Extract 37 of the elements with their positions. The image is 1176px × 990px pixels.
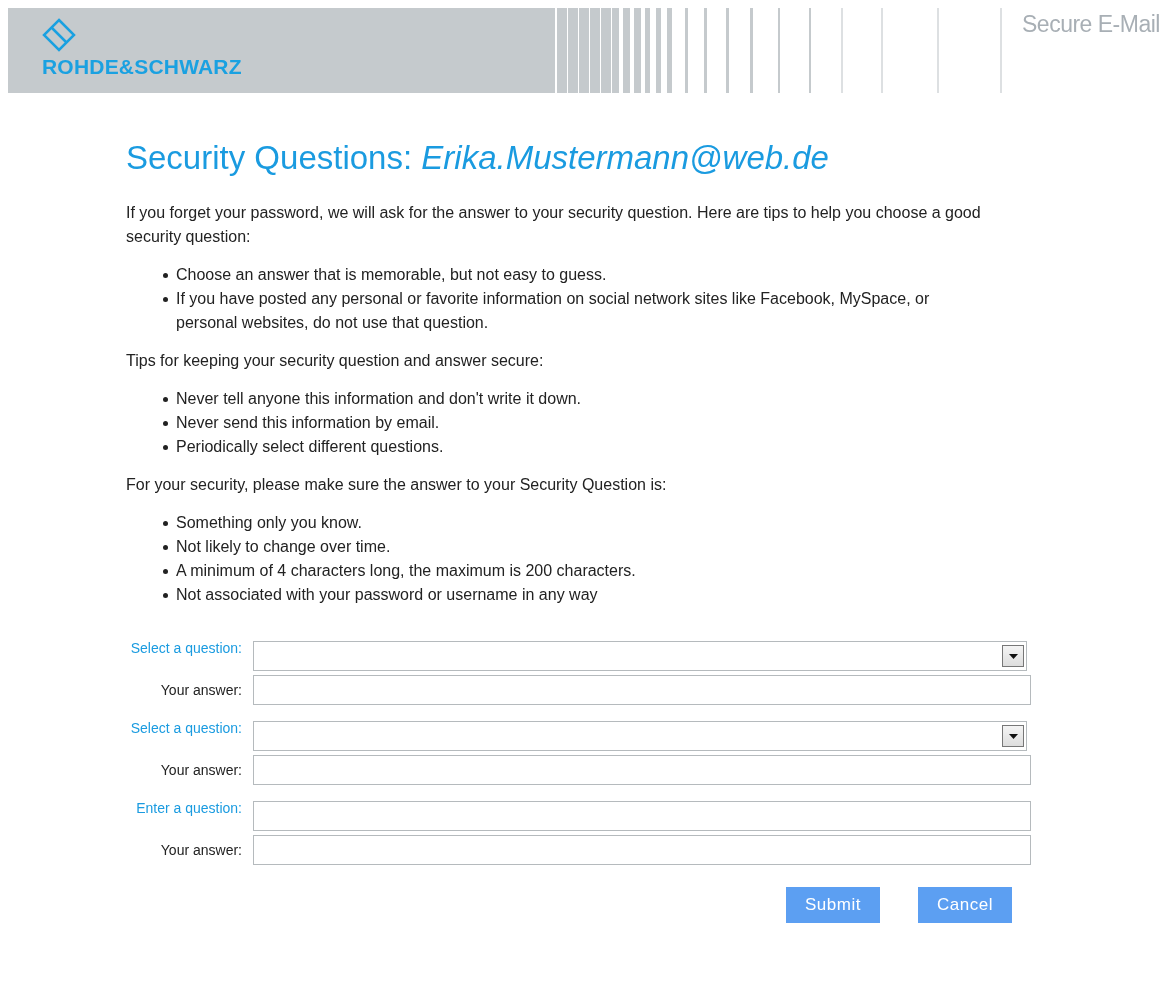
intro-text: For your security, please make sure the answer to your Security Question is:: [126, 475, 668, 495]
submit-button[interactable]: Submit: [786, 887, 880, 923]
cancel-button[interactable]: Cancel: [918, 887, 1012, 923]
bullet-icon: [163, 569, 168, 574]
tip-text: Never send this information by email.: [176, 413, 440, 433]
intro-text: Tips for keeping your security question and answer secure:: [126, 351, 545, 371]
tip-text: Periodically select different questions.: [176, 437, 444, 457]
tip-text: Something only you know.: [176, 513, 362, 533]
field-label: Your answer:: [159, 841, 243, 859]
tip-text: A minimum of 4 characters long, the maximum is 200 characters.: [176, 561, 636, 581]
field-label: Your answer:: [159, 681, 243, 699]
bullet-icon: [163, 397, 168, 402]
page-title: Security Questions: Erika.Mustermann@web.de: [126, 139, 830, 177]
intro-text: If you forget your password, we will ask for the answer to your security question. Here are tips to help you choose a good security question:: [126, 203, 982, 247]
input-field[interactable]: [253, 835, 1031, 865]
brand-logo: ROHDE&SCHWARZ: [42, 56, 243, 77]
field-label: Enter a question:: [135, 799, 243, 817]
field-label: Select a question:: [129, 719, 243, 737]
tip-text: Never tell anyone this information and don't write it down.: [176, 389, 582, 409]
bullet-icon: [163, 273, 168, 278]
input-field[interactable]: [253, 675, 1031, 705]
bullet-icon: [163, 593, 168, 598]
product-name: Secure E-Mail: [1021, 10, 1160, 39]
bullet-icon: [163, 297, 168, 302]
bullet-icon: [163, 445, 168, 450]
bullet-icon: [163, 521, 168, 526]
tip-text: If you have posted any personal or favorite information on social network sites like Facebook, MySpace, or personal websites, do not use that question.: [176, 289, 931, 333]
tip-text: Not associated with your password or username in any way: [176, 585, 598, 605]
diamond-logo-icon: [42, 18, 76, 52]
bullet-icon: [163, 421, 168, 426]
field-label: Your answer:: [159, 761, 243, 779]
bullet-icon: [163, 545, 168, 550]
input-field[interactable]: [253, 801, 1031, 831]
tip-text: Choose an answer that is memorable, but not easy to guess.: [176, 265, 607, 285]
input-field[interactable]: [253, 755, 1031, 785]
tip-text: Not likely to change over time.: [176, 537, 391, 557]
field-label: Select a question:: [129, 639, 243, 657]
